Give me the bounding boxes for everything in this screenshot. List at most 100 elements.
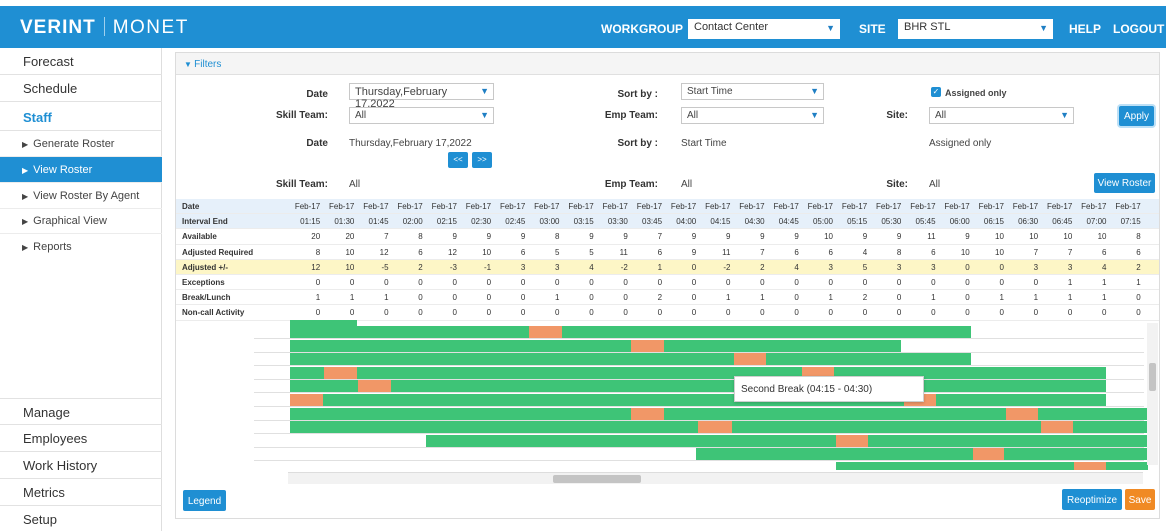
sidebar-item-work-history[interactable]: Work History: [0, 452, 162, 479]
reoptimize-button[interactable]: Reoptimize: [1062, 489, 1122, 510]
grid-cell: 0: [931, 308, 936, 318]
summary-emp-label: Emp Team:: [604, 179, 658, 190]
emp-team-select[interactable]: All ▼: [681, 107, 824, 124]
vertical-scroll-thumb[interactable]: [1149, 363, 1156, 391]
grid-cell: 0: [315, 278, 321, 287]
break-bar[interactable]: [631, 407, 664, 420]
grid-cell: 03:15: [573, 217, 594, 227]
sidebar-item-forecast[interactable]: Forecast: [0, 48, 162, 75]
app-root: VERINT MONET WORKGROUP Contact Center ▼ S…: [0, 0, 1166, 531]
break-bar[interactable]: [1006, 407, 1038, 420]
grid-cell: -5: [381, 262, 389, 272]
grid-cell: 9: [452, 232, 457, 242]
sidebar-item-manage[interactable]: Manage: [0, 398, 162, 425]
break-bar[interactable]: [631, 339, 664, 352]
shift-bar[interactable]: [290, 353, 971, 366]
shift-bar[interactable]: [696, 448, 1148, 461]
shift-bar[interactable]: [290, 326, 971, 338]
date-picker[interactable]: Thursday,February 17,2022 ▼: [349, 83, 494, 110]
grid-cell: Feb-17: [1115, 202, 1141, 211]
grid-cell: 0: [896, 308, 902, 318]
shift-bar[interactable]: [290, 366, 1106, 379]
save-button[interactable]: Save: [1125, 489, 1155, 510]
grid-cell: 0: [657, 278, 663, 287]
grid-cell: 0: [1102, 308, 1107, 318]
grid-cell: 5: [862, 262, 868, 272]
filters-toggle[interactable]: ▼ Filters: [176, 53, 1159, 75]
break-bar[interactable]: [973, 448, 1004, 461]
sidebar-item-employees[interactable]: Employees: [0, 425, 162, 452]
grid-cell: 9: [691, 232, 697, 242]
assigned-only-checkbox[interactable]: ✓: [931, 87, 941, 97]
break-bar[interactable]: [1041, 421, 1073, 434]
break-bar[interactable]: [358, 380, 391, 393]
grid-cell: 10: [345, 247, 355, 257]
break-bar[interactable]: [836, 434, 868, 447]
grid-cell: 0: [452, 278, 457, 287]
break-tooltip: Second Break (04:15 - 04:30): [734, 376, 924, 402]
break-bar[interactable]: [734, 353, 766, 366]
grid-cell: 8: [1136, 232, 1141, 242]
help-link[interactable]: HELP: [1069, 22, 1101, 36]
grid-cell: 0: [418, 308, 423, 318]
grid-cell: 0: [931, 278, 936, 287]
grid-cell: 9: [623, 232, 628, 242]
sidebar-item-view-roster[interactable]: ▶ View Roster: [0, 157, 162, 183]
grid-cell: 0: [486, 293, 492, 303]
grid-cell: 06:15: [983, 217, 1004, 227]
view-roster-button[interactable]: View Roster: [1094, 173, 1155, 193]
grid-cell: 1: [1102, 278, 1107, 287]
horizontal-scroll-thumb[interactable]: [553, 475, 641, 483]
shift-bar[interactable]: [290, 339, 901, 352]
prev-day-button[interactable]: <<: [448, 152, 468, 168]
logout-link[interactable]: LOGOUT: [1113, 22, 1164, 36]
grid-cell: 8: [555, 232, 560, 242]
sidebar-item-reports[interactable]: ▶ Reports: [0, 234, 162, 260]
sidebar-item-graphical-view[interactable]: ▶ Graphical View: [0, 208, 162, 234]
apply-button[interactable]: Apply: [1119, 106, 1154, 126]
break-bar[interactable]: [324, 366, 357, 379]
grid-row: Exceptions 0 0 0 0 0 0 0 0 0 0 0 0 0 0 0 0 0 0 0 0 0 0 1 1 1: [176, 275, 1159, 291]
grid-cell: 1: [931, 293, 936, 303]
break-bar[interactable]: [529, 326, 562, 338]
grid-cell: 0: [691, 278, 697, 287]
grid-cell: 07:00: [1086, 217, 1107, 227]
skill-team-select[interactable]: All ▼: [349, 107, 494, 124]
vertical-scrollbar[interactable]: [1147, 323, 1158, 465]
grid-cell: 20: [345, 232, 355, 242]
grid-cell: 3: [555, 262, 560, 272]
legend-button[interactable]: Legend: [183, 490, 226, 511]
workgroup-select[interactable]: Contact Center ▼: [688, 19, 840, 39]
break-bar[interactable]: [290, 394, 323, 406]
grid-cell: 3: [931, 262, 936, 272]
summary-skill-label: Skill Team:: [275, 179, 328, 190]
next-day-button[interactable]: >>: [472, 152, 492, 168]
sidebar-item-staff[interactable]: Staff: [0, 102, 162, 131]
grid-cell: Feb-17: [465, 202, 492, 211]
site-select[interactable]: BHR STL ▼: [898, 19, 1053, 39]
shift-bar[interactable]: [290, 380, 1106, 393]
sidebar-item-generate-roster[interactable]: ▶ Generate Roster: [0, 131, 162, 157]
grid-cell: 0: [315, 308, 321, 318]
grid-cell: 5: [555, 247, 560, 257]
shift-bar[interactable]: [426, 434, 1148, 447]
site-filter-select[interactable]: All ▼: [929, 107, 1074, 124]
grid-cell: Feb-17: [876, 202, 902, 211]
grid-cell: 8: [896, 247, 902, 257]
horizontal-scrollbar[interactable]: [288, 472, 1143, 484]
grid-cell: 10: [995, 247, 1004, 257]
grid-cell: 0: [999, 262, 1004, 272]
break-bar[interactable]: [698, 421, 732, 434]
break-bar[interactable]: [1074, 462, 1106, 470]
sort-by-select[interactable]: Start Time ▼: [681, 83, 824, 100]
sidebar-item-setup[interactable]: Setup: [0, 506, 162, 531]
grid-row-label: Available: [182, 232, 217, 242]
grid-cell: 0: [418, 293, 423, 303]
grid-cell: 01:45: [368, 217, 389, 227]
sidebar-item-metrics[interactable]: Metrics: [0, 479, 162, 506]
sidebar-item-view-roster-by-agent[interactable]: ▶ View Roster By Agent: [0, 183, 162, 209]
sidebar-item-schedule[interactable]: Schedule: [0, 75, 162, 102]
shift-bar[interactable]: [290, 394, 1106, 406]
main-panel: ▼ Filters Date Thursday,February 17,2022…: [175, 52, 1160, 519]
grid-row-label: Adjusted +/-: [182, 262, 229, 272]
